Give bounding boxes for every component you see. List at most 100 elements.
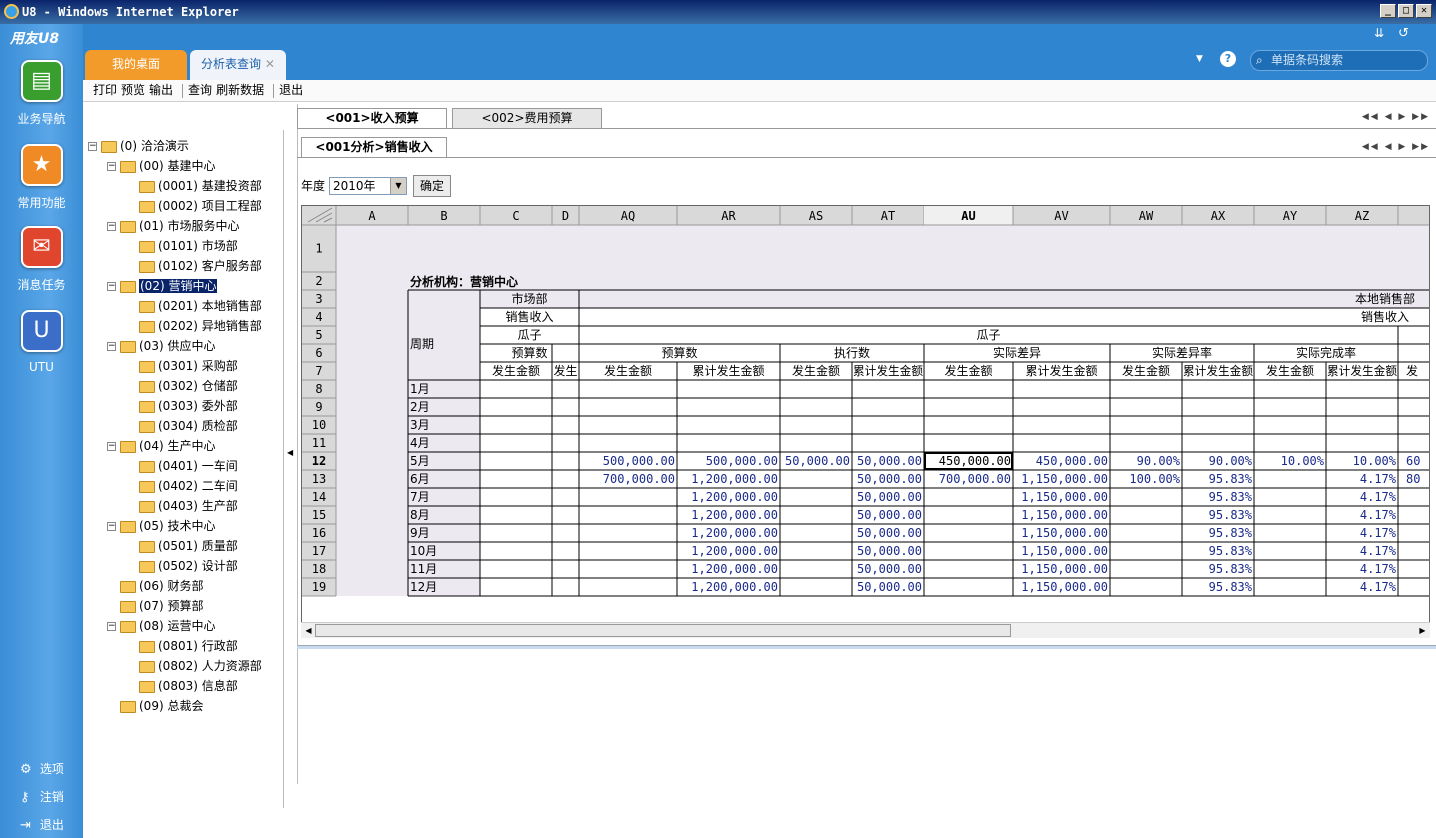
tree-node[interactable]: (0304) 质检部 (126, 416, 238, 436)
collapse-toggle-icon[interactable]: − (107, 282, 116, 291)
collapse-toggle-icon[interactable]: − (88, 142, 97, 151)
month-label: 8月 (410, 508, 430, 522)
collapse-toggle-icon[interactable]: − (107, 522, 116, 531)
tree-node[interactable]: − (0) 洽洽演示 (88, 136, 189, 156)
gear-icon: ⚙ (20, 762, 32, 777)
tree-node[interactable]: − (01) 市场服务中心 (107, 216, 239, 236)
quit-button[interactable]: 退出 (279, 83, 303, 97)
tree-node[interactable]: (0301) 采购部 (126, 356, 238, 376)
data-cell: 4.17% (1360, 544, 1397, 558)
column-header-ay: AY (1283, 209, 1298, 223)
tree-node[interactable]: − (00) 基建中心 (107, 156, 215, 176)
subtab-scroll-arrows[interactable]: ◀◀ ◀ ▶ ▶▶ (1362, 142, 1430, 152)
tree-node[interactable]: (07) 预算部 (107, 596, 203, 616)
sidebar-item-label: 常用功能 (17, 196, 66, 210)
collapse-toggle-icon[interactable]: − (107, 222, 116, 231)
tree-node[interactable]: (0802) 人力资源部 (126, 656, 262, 676)
logout-button[interactable]: ⚷ 注销 (20, 788, 64, 805)
folder-icon (120, 600, 136, 613)
data-cell: 1,200,000.00 (691, 544, 778, 558)
horizontal-scrollbar[interactable]: ◀ ▶ (301, 622, 1430, 638)
key-icon: ⚷ (20, 790, 30, 805)
exit-button[interactable]: ⇥ 退出 (20, 816, 64, 833)
tab-scroll-arrows[interactable]: ◀◀ ◀ ▶ ▶▶ (1362, 112, 1430, 122)
splitter[interactable]: ◀ (285, 130, 295, 808)
sidebar-item-label: UTU (29, 360, 54, 374)
tree-node[interactable]: − (08) 运营中心 (107, 616, 215, 636)
year-select[interactable]: 2010年 ▼ (329, 177, 407, 195)
tab-income-budget[interactable]: <001>收入预算 (297, 108, 447, 129)
data-cell: 4.17% (1360, 508, 1397, 522)
tree-node[interactable]: (0202) 异地销售部 (126, 316, 262, 336)
tree-node[interactable]: − (04) 生产中心 (107, 436, 215, 456)
spreadsheet[interactable]: A B C D AQ AR AS AT AU AV AW AX AY AZ 1 2 3 4 5 6 7 8 9 10 11 12 1… (301, 205, 1430, 638)
refresh-data-button[interactable]: 刷新数据 (216, 83, 264, 97)
spreadsheet-grid[interactable]: A B C D AQ AR AS AT AU AV AW AX AY AZ1234567891011121… (302, 206, 1430, 638)
column-header-bar (302, 206, 1429, 225)
close-tab-icon[interactable]: ✕ (265, 57, 275, 71)
tree-node[interactable]: (0401) 一车间 (126, 456, 238, 476)
tree-node[interactable]: (0801) 行政部 (126, 636, 238, 656)
search-input[interactable]: ⌕ 单据条码搜索 (1250, 50, 1428, 71)
tree-node[interactable]: (0001) 基建投资部 (126, 176, 262, 196)
chevron-down-icon[interactable]: ▼ (1196, 54, 1203, 64)
query-button[interactable]: 查询 (188, 83, 212, 97)
chevron-down-icon[interactable]: ▼ (390, 178, 406, 194)
minimize-button[interactable]: _ (1380, 4, 1396, 18)
collapse-toggle-icon[interactable]: − (107, 442, 116, 451)
collapse-toggle-icon[interactable]: − (107, 162, 116, 171)
tree-node[interactable]: (0002) 项目工程部 (126, 196, 262, 216)
tree-node[interactable]: (0303) 委外部 (126, 396, 238, 416)
tab-analysis-query[interactable]: 分析表查询 ✕ (190, 50, 286, 80)
collapse-toggle-icon[interactable]: − (107, 342, 116, 351)
title-area (336, 225, 1429, 308)
preview-button[interactable]: 预览 (121, 83, 145, 97)
confirm-button[interactable]: 确定 (413, 175, 451, 197)
refresh-icon[interactable]: ↺ (1398, 26, 1409, 41)
maximize-button[interactable]: □ (1398, 4, 1414, 18)
help-icon[interactable]: ? (1220, 51, 1236, 67)
scroll-left-icon[interactable]: ◀ (302, 624, 315, 637)
tree-node[interactable]: (0403) 生产部 (126, 496, 238, 516)
sidebar-item-business-nav[interactable]: ▤ 业务导航 (0, 60, 83, 127)
tree-node[interactable]: − (05) 技术中心 (107, 516, 215, 536)
data-cell: 100.00% (1129, 472, 1180, 486)
scroll-thumb[interactable] (315, 624, 1011, 637)
export-button[interactable]: 输出 (149, 83, 173, 97)
data-cell: 50,000.00 (857, 454, 922, 468)
collapse-icon[interactable]: ⇊ (1374, 26, 1384, 40)
options-button[interactable]: ⚙ 选项 (20, 760, 64, 777)
sidebar-item-messages[interactable]: ✉ 消息任务 (0, 226, 83, 293)
tree-node[interactable]: (0102) 客户服务部 (126, 256, 262, 276)
tree-node-label: (0002) 项目工程部 (158, 199, 262, 213)
header-amount: 累计发生金额 (692, 363, 764, 378)
data-cell: 50,000.00 (857, 580, 922, 594)
data-cell: 50,000.00 (857, 562, 922, 576)
tree-node[interactable]: (0502) 设计部 (126, 556, 238, 576)
tree-node[interactable]: (0501) 质量部 (126, 536, 238, 556)
tab-my-desktop[interactable]: 我的桌面 (85, 50, 187, 80)
tree-node[interactable]: − (03) 供应中心 (107, 336, 215, 356)
close-window-button[interactable]: ✕ (1416, 4, 1432, 18)
tree-node[interactable]: (0402) 二车间 (126, 476, 238, 496)
tree-node[interactable]: (09) 总裁会 (107, 696, 203, 716)
collapse-left-icon[interactable]: ◀ (287, 448, 293, 457)
tree-node[interactable]: (0201) 本地销售部 (126, 296, 262, 316)
data-cell: 450,000.00 (939, 454, 1011, 468)
row-header-7: 7 (315, 364, 322, 378)
tree-node[interactable]: − (02) 营销中心 (107, 276, 218, 296)
collapse-toggle-icon[interactable]: − (107, 622, 116, 631)
data-cell: 1,200,000.00 (691, 580, 778, 594)
folder-icon (139, 380, 155, 393)
tree-node[interactable]: (0302) 仓储部 (126, 376, 238, 396)
tree-node[interactable]: (0803) 信息部 (126, 676, 238, 696)
sidebar-item-utu[interactable]: U UTU (0, 310, 83, 374)
tab-sales-income[interactable]: <001分析>销售收入 (301, 137, 447, 158)
sidebar-item-common[interactable]: ★ 常用功能 (0, 144, 83, 211)
tab-expense-budget[interactable]: <002>费用预算 (452, 108, 602, 128)
tree-node[interactable]: (0101) 市场部 (126, 236, 238, 256)
print-button[interactable]: 打印 (93, 83, 117, 97)
scroll-right-icon[interactable]: ▶ (1416, 624, 1429, 637)
tree-node-label: (0803) 信息部 (158, 679, 238, 693)
tree-node[interactable]: (06) 财务部 (107, 576, 203, 596)
